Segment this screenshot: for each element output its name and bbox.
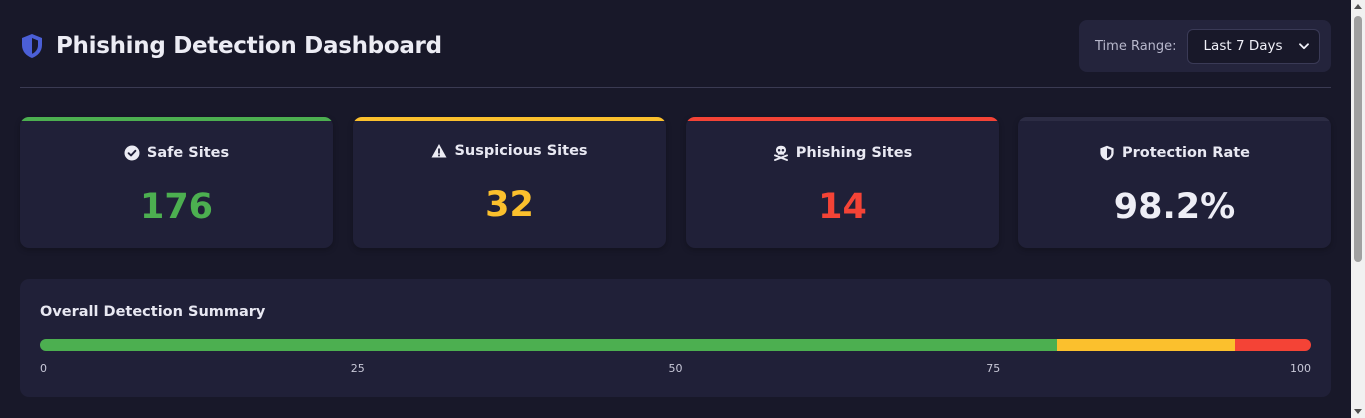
bar-segment-suspicious xyxy=(1056,339,1235,351)
detection-summary-panel: Overall Detection Summary 0 25 50 75 100 xyxy=(20,279,1331,397)
card-label: Suspicious Sites xyxy=(454,143,588,159)
card-accent-stripe xyxy=(1018,117,1331,121)
card-header: Safe Sites xyxy=(20,145,333,161)
safe-sites-count: 176 xyxy=(139,187,214,227)
warning-icon xyxy=(431,144,447,158)
stats-cards: Safe Sites 176 Suspicious Sites 32 Phish… xyxy=(20,117,1331,248)
scale-tick: 100 xyxy=(1290,362,1311,375)
shield-half-icon xyxy=(1100,145,1114,161)
dashboard-header: Phishing Detection Dashboard Time Range:… xyxy=(20,20,1331,88)
summary-title: Overall Detection Summary xyxy=(40,304,266,320)
protection-rate-value: 98.2% xyxy=(1113,187,1236,227)
scroll-up-arrow-icon[interactable] xyxy=(1354,4,1362,9)
card-accent-stripe xyxy=(686,117,999,121)
scale-tick: 0 xyxy=(40,362,47,375)
brand: Phishing Detection Dashboard xyxy=(20,33,442,59)
scale-tick: 50 xyxy=(668,362,683,375)
time-range-filter: Time Range: Last 7 Days xyxy=(1079,20,1331,72)
phishing-sites-count: 14 xyxy=(818,187,867,227)
time-range-select[interactable]: Last 7 Days xyxy=(1186,28,1320,64)
card-label: Phishing Sites xyxy=(795,145,913,161)
scrollbar-thumb[interactable] xyxy=(1354,16,1362,262)
card-label: Safe Sites xyxy=(146,145,230,161)
suspicious-sites-count: 32 xyxy=(485,185,534,225)
scale-tick: 75 xyxy=(986,362,1001,375)
card-header: Protection Rate xyxy=(1018,145,1331,161)
stat-card-suspicious-sites: Suspicious Sites 32 xyxy=(353,117,666,248)
card-header: Phishing Sites xyxy=(686,145,999,161)
stat-card-phishing-sites: Phishing Sites 14 xyxy=(686,117,999,248)
scroll-down-arrow-icon[interactable] xyxy=(1354,409,1362,414)
page-title: Phishing Detection Dashboard xyxy=(56,33,442,59)
time-range-label: Time Range: xyxy=(1095,38,1177,54)
card-accent-stripe xyxy=(353,117,666,121)
scale-tick: 25 xyxy=(350,362,365,375)
stat-card-protection-rate: Protection Rate 98.2% xyxy=(1018,117,1331,248)
card-label: Protection Rate xyxy=(1121,145,1251,161)
stat-card-safe-sites: Safe Sites 176 xyxy=(20,117,333,248)
skull-crossbones-icon xyxy=(773,145,788,161)
bar-segment-phishing xyxy=(1234,339,1311,351)
detection-summary-bar xyxy=(40,339,1311,351)
bar-scale: 0 25 50 75 100 xyxy=(40,362,1311,376)
vertical-scrollbar[interactable] xyxy=(1351,0,1365,418)
card-header: Suspicious Sites xyxy=(353,143,666,159)
card-accent-stripe xyxy=(20,117,333,121)
bar-segment-safe xyxy=(40,339,1057,351)
dashboard-page: Phishing Detection Dashboard Time Range:… xyxy=(0,0,1365,418)
chevron-down-icon xyxy=(1298,42,1309,49)
time-range-selected-value: Last 7 Days xyxy=(1203,38,1283,54)
check-circle-icon xyxy=(124,145,140,161)
shield-icon xyxy=(22,34,42,58)
